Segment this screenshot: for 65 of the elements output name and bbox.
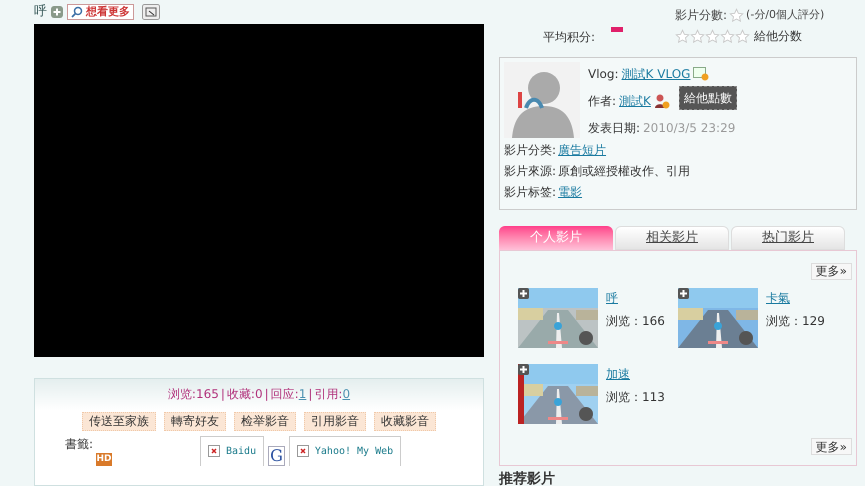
view-count: 浏览：113 <box>606 388 665 406</box>
separator: | <box>308 386 312 403</box>
bookmarks-label: 書籤: <box>65 436 94 453</box>
card-plus-icon[interactable] <box>693 66 710 81</box>
author-label: 作者: <box>588 92 616 110</box>
rating-star[interactable] <box>690 28 705 44</box>
bookmark-logo[interactable]: G <box>268 446 285 466</box>
rating-star[interactable] <box>720 28 735 44</box>
field-link[interactable]: 廣告短片 <box>558 141 606 160</box>
rating-star[interactable] <box>675 28 690 44</box>
stat-text: 回应: <box>270 386 299 403</box>
action-button[interactable]: 传送至家族 <box>82 412 156 431</box>
field-link[interactable]: 電影 <box>558 183 582 202</box>
rating-star[interactable] <box>735 28 750 44</box>
give-score-link[interactable]: 給他分数 <box>754 27 802 45</box>
tab[interactable]: 热门影片 <box>731 226 845 250</box>
author-link[interactable]: 測試K <box>619 92 651 110</box>
bookmark-link[interactable]: Baidu <box>200 436 264 466</box>
action-button[interactable]: 收藏影音 <box>374 412 436 431</box>
rating-star[interactable] <box>705 28 720 44</box>
action-button[interactable]: 轉寄好友 <box>164 412 226 431</box>
video-link[interactable]: 加速 <box>606 364 665 383</box>
video-title: 呼 <box>34 3 47 22</box>
hd-badge: HD <box>96 452 112 466</box>
action-button[interactable]: 引用影音 <box>304 412 366 431</box>
average-score-label: 平均积分: <box>543 29 596 46</box>
field-value: 原創或經授權改作、引用 <box>558 163 690 180</box>
video-link[interactable]: 呼 <box>606 288 665 307</box>
separator: | <box>220 386 225 403</box>
stat-link[interactable]: 1 <box>298 384 306 403</box>
video-link[interactable]: 卡氣 <box>766 288 825 307</box>
star-icon[interactable] <box>729 8 744 22</box>
stat-text: 浏览:165 <box>168 386 219 403</box>
action-button[interactable]: 检举影音 <box>234 412 296 431</box>
more-button[interactable]: 更多» <box>810 262 852 280</box>
section-heading: 推荐影片 <box>499 472 556 486</box>
date-label: 发表日期: <box>588 120 640 137</box>
stat-link[interactable]: 0 <box>342 384 350 403</box>
expand-icon[interactable] <box>142 4 160 20</box>
vlog-link[interactable]: 測試K VLOG <box>622 64 690 83</box>
score-label: 影片分數: <box>675 7 728 24</box>
bookmark-link[interactable]: Yahoo! My Web <box>288 436 402 466</box>
stat-text: 收藏:0 <box>226 386 263 403</box>
person-plus-icon[interactable] <box>654 92 670 109</box>
separator: | <box>264 386 269 403</box>
plus-icon[interactable] <box>678 288 689 299</box>
tab[interactable]: 相关影片 <box>615 226 729 250</box>
field-label: 影片标签: <box>504 184 556 202</box>
stat-text: 引用: <box>314 386 342 403</box>
broken-image-icon <box>208 445 220 458</box>
vlog-label: Vlog: <box>588 66 619 83</box>
broken-image-icon <box>296 445 309 458</box>
more-button[interactable]: 更多» <box>810 438 852 455</box>
magnifier-icon <box>71 6 83 18</box>
plus-icon[interactable] <box>518 288 529 299</box>
field-label: 影片分类: <box>504 142 556 160</box>
plus-icon[interactable] <box>518 364 529 375</box>
score-text: (-分/0個人評分) <box>746 6 824 23</box>
tooltip: 給他點數 <box>679 86 737 110</box>
publish-date: 2010/3/5 23:29 <box>643 120 736 137</box>
view-count: 浏览：166 <box>606 312 665 330</box>
field-label: 影片來源: <box>504 163 556 180</box>
score-bar-icon <box>611 27 623 32</box>
see-more-button[interactable]: 想看更多 <box>67 4 134 20</box>
view-count: 浏览：129 <box>766 312 825 330</box>
